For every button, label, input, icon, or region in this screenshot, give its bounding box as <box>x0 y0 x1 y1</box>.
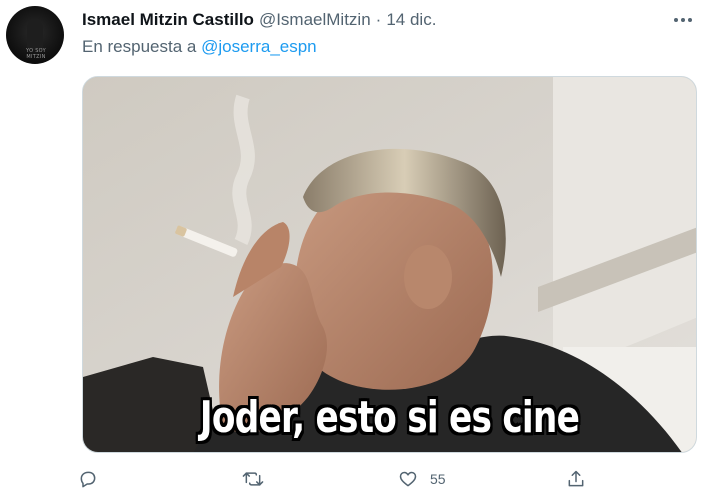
avatar-figure <box>27 20 43 50</box>
reply-context: En respuesta a @joserra_espn <box>82 37 317 57</box>
more-horizontal-icon <box>674 18 692 22</box>
reply-bubble-icon <box>80 471 96 488</box>
tweet-date[interactable]: 14 dic. <box>386 10 436 30</box>
like-count: 55 <box>430 471 446 487</box>
header-separator: · <box>375 10 382 29</box>
reply-button[interactable] <box>78 466 110 492</box>
meme-caption: Joder, esto si es cine <box>199 392 580 443</box>
retweet-button[interactable] <box>242 466 276 492</box>
tweet[interactable]: YO SOY MITZIN Ismael Mitzin Castillo @Is… <box>0 0 706 498</box>
retweet-icon <box>242 472 264 486</box>
avatar[interactable]: YO SOY MITZIN <box>6 6 64 64</box>
more-options-button[interactable] <box>672 11 694 29</box>
share-upload-icon <box>568 470 584 487</box>
tweet-media[interactable]: Joder, esto si es cine <box>82 76 697 453</box>
author-name[interactable]: Ismael Mitzin Castillo <box>82 10 254 30</box>
share-button[interactable] <box>566 466 598 492</box>
heart-icon <box>399 471 417 487</box>
like-button[interactable]: 55 <box>398 466 446 492</box>
reply-prefix: En respuesta a <box>82 37 197 56</box>
tweet-header: Ismael Mitzin Castillo @IsmaelMitzin · 1… <box>82 9 666 31</box>
tweet-actions: 55 <box>70 466 610 492</box>
reply-mention-link[interactable]: @joserra_espn <box>201 37 317 56</box>
avatar-text: YO SOY MITZIN <box>26 48 46 60</box>
author-handle[interactable]: @IsmaelMitzin <box>259 10 371 30</box>
